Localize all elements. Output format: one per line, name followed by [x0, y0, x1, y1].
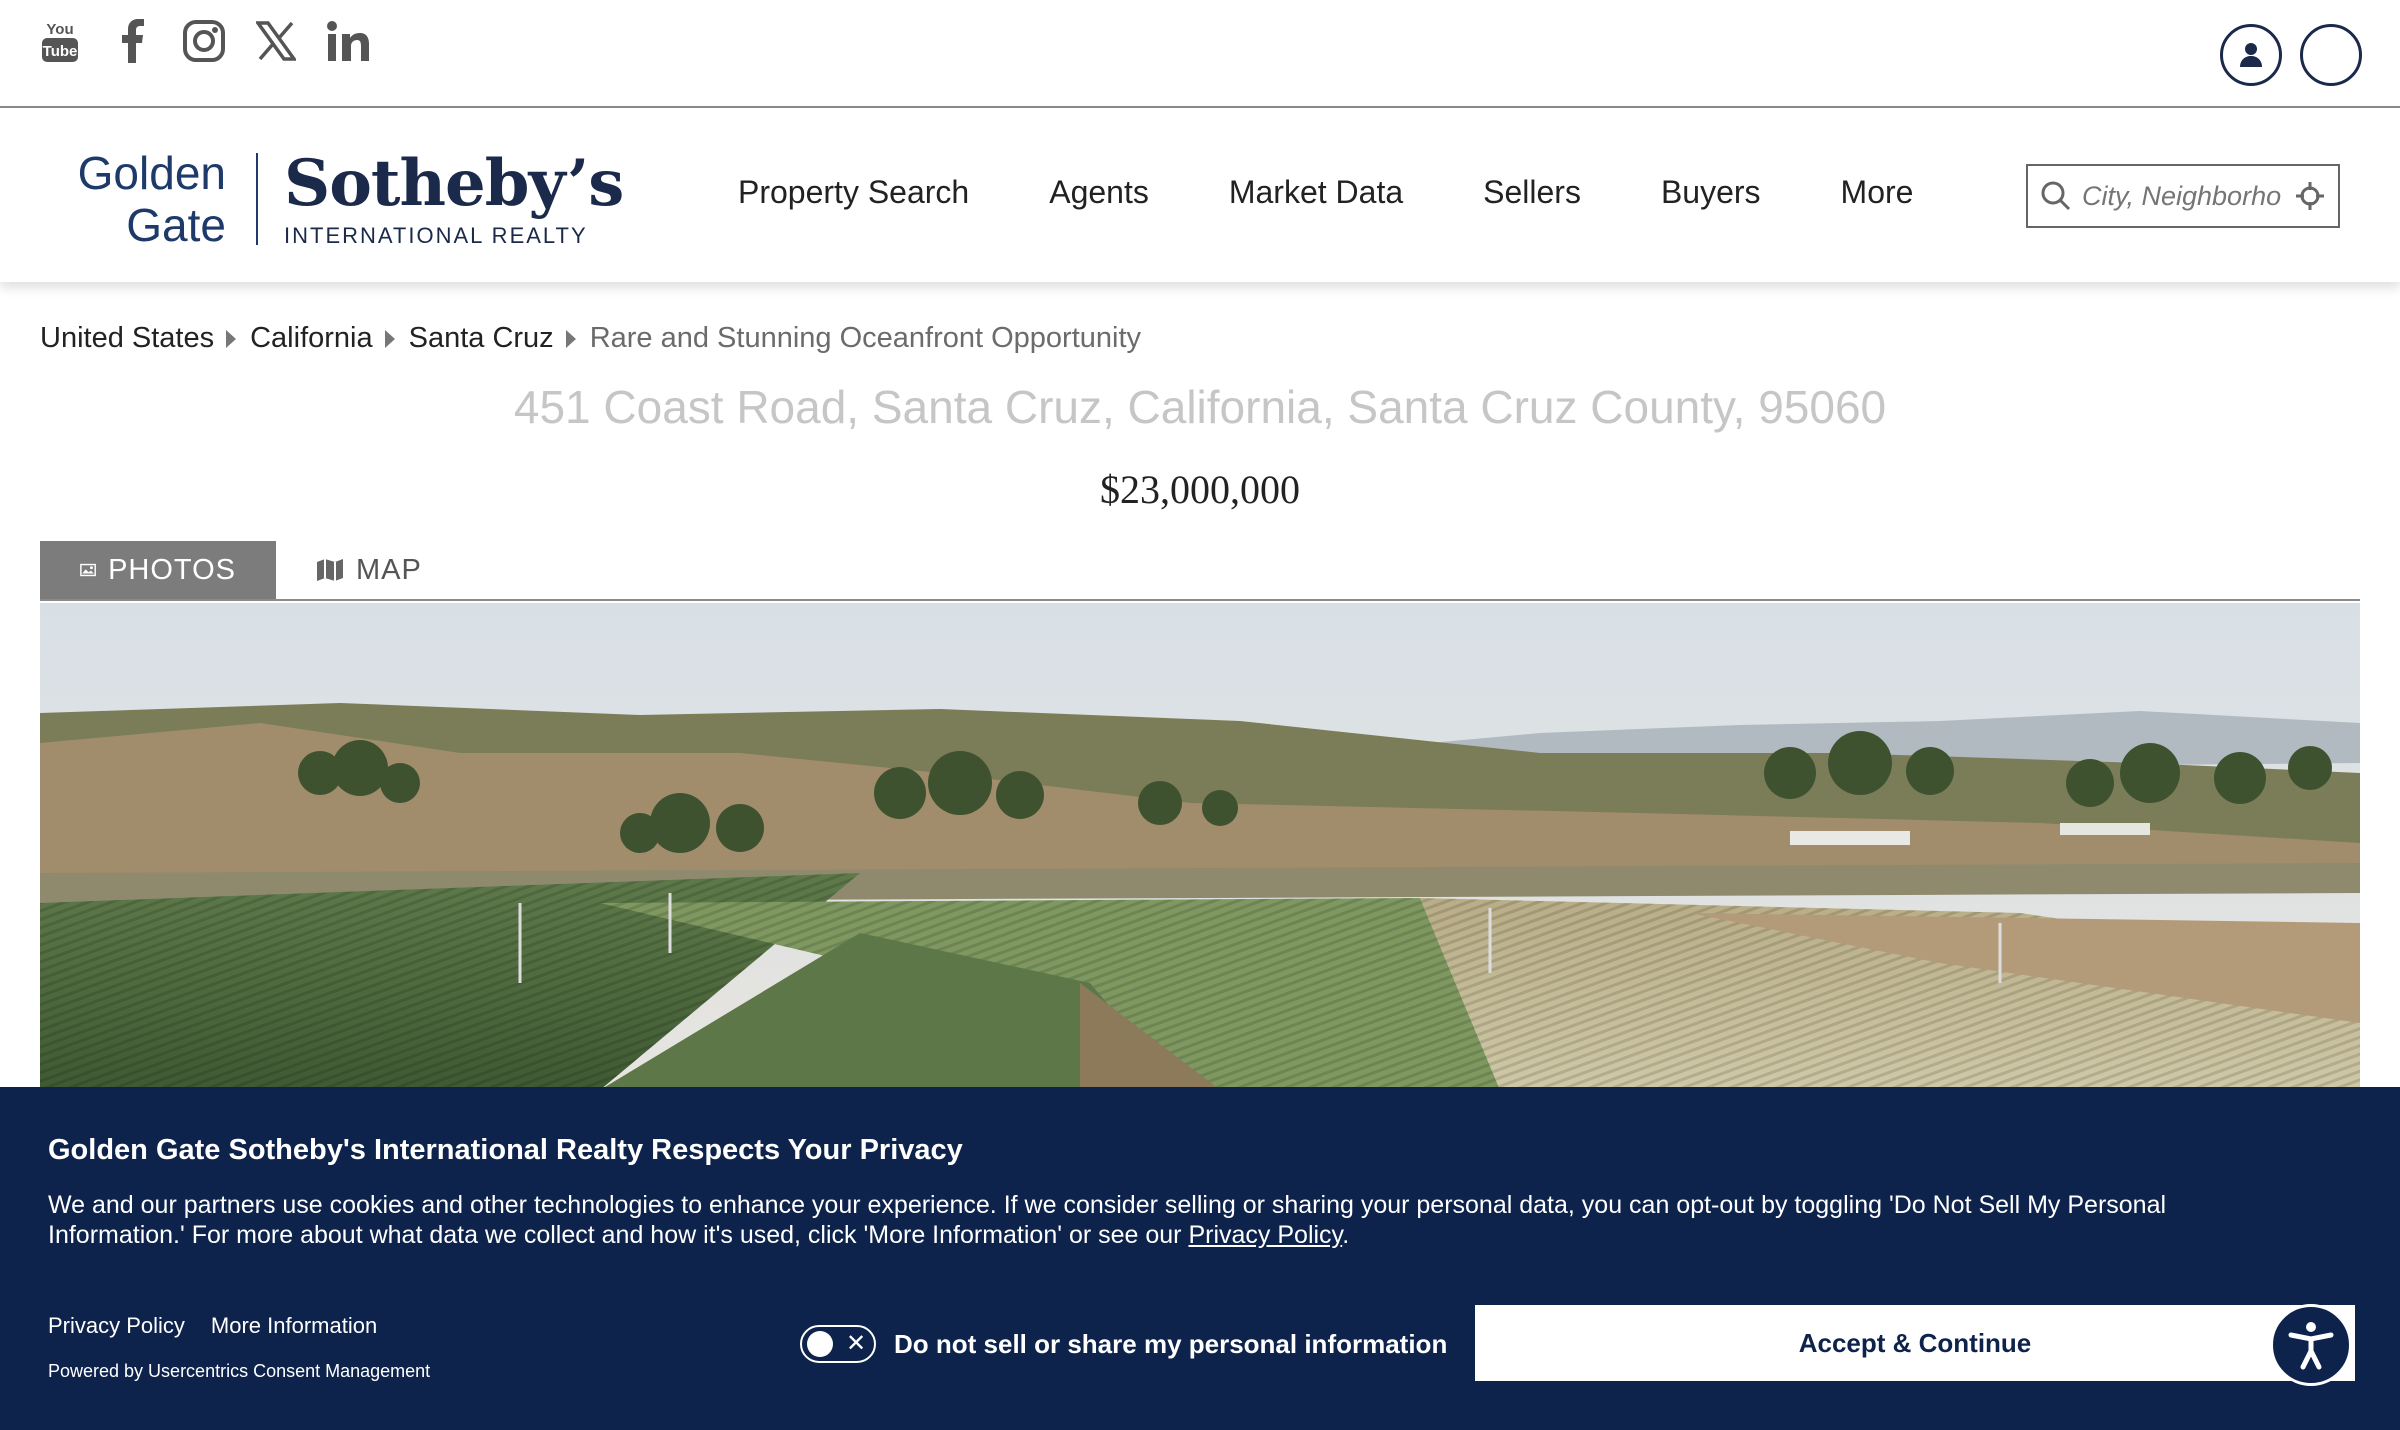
main-nav: Property Search Agents Market Data Selle… — [738, 174, 1913, 211]
logo-divider — [256, 153, 258, 245]
media-tabs: PHOTOS MAP — [40, 541, 2360, 601]
accept-continue-button[interactable]: Accept & Continue — [1475, 1305, 2355, 1381]
svg-text:Tube: Tube — [43, 43, 78, 60]
linkedin-icon[interactable] — [326, 16, 370, 66]
consent-privacy-policy-link[interactable]: Privacy Policy — [1188, 1221, 1342, 1249]
map-icon — [317, 559, 343, 581]
search-input[interactable] — [2082, 180, 2282, 212]
breadcrumb-separator-icon — [565, 329, 576, 348]
nav-market-data[interactable]: Market Data — [1229, 174, 1403, 211]
consent-powered-by: Powered by Usercentrics Consent Manageme… — [48, 1361, 431, 1381]
nav-agents[interactable]: Agents — [1049, 174, 1149, 211]
do-not-sell-label: Do not sell or share my personal informa… — [894, 1329, 1448, 1359]
privacy-policy-link[interactable]: Privacy Policy — [48, 1313, 185, 1339]
consent-body: We and our partners use cookies and othe… — [48, 1190, 2288, 1250]
account-button[interactable] — [2220, 24, 2282, 86]
breadcrumb: United States California Santa Cruz Rare… — [40, 322, 1141, 355]
consent-body-text: We and our partners use cookies and othe… — [48, 1191, 2167, 1249]
close-icon: ✕ — [846, 1330, 867, 1357]
listing-address: 451 Coast Road, Santa Cruz, California, … — [513, 381, 1887, 433]
x-icon[interactable] — [254, 16, 298, 66]
more-information-link[interactable]: More Information — [211, 1313, 377, 1339]
tab-map-label: MAP — [356, 553, 422, 586]
property-photo[interactable] — [40, 603, 2360, 1090]
tab-photos[interactable]: PHOTOS — [40, 541, 276, 599]
logo-line1: Golden — [77, 147, 226, 199]
nav-sellers[interactable]: Sellers — [1483, 174, 1581, 211]
breadcrumb-santa-cruz[interactable]: Santa Cruz — [409, 322, 554, 355]
listing-price: $23,000,000 — [1100, 467, 1300, 512]
breadcrumb-separator-icon — [384, 329, 395, 348]
consent-body-end: . — [1342, 1221, 1350, 1249]
social-bar: You Tube — [0, 0, 2400, 108]
breadcrumb-current: Rare and Stunning Oceanfront Opportunity — [589, 322, 1142, 354]
tab-photos-label: PHOTOS — [108, 553, 236, 586]
locate-icon[interactable] — [2294, 180, 2326, 212]
tab-map[interactable]: MAP — [276, 541, 462, 599]
nav-more[interactable]: More — [1841, 174, 1914, 211]
search-icon[interactable] — [2040, 180, 2072, 212]
logo-golden-gate: Golden Gate — [76, 147, 226, 251]
consent-title: Golden Gate Sotheby's International Real… — [48, 1134, 963, 1166]
svg-text:You: You — [46, 21, 73, 38]
toggle-knob — [807, 1331, 833, 1357]
breadcrumb-separator-icon — [226, 329, 237, 348]
breadcrumb-united-states[interactable]: United States — [40, 322, 214, 355]
logo-line2: Gate — [126, 199, 226, 251]
consent-links: Privacy Policy More Information — [48, 1313, 403, 1339]
facebook-icon[interactable] — [110, 16, 154, 66]
logo-sub-text: INTERNATIONAL REALTY — [284, 223, 588, 248]
brand-logo[interactable]: Golden Gate Sotheby’s INTERNATIONAL REAL… — [76, 144, 625, 254]
social-links: You Tube — [38, 16, 370, 66]
photo-icon — [80, 563, 96, 577]
privacy-consent-banner: Golden Gate Sotheby's International Real… — [0, 1087, 2400, 1430]
youtube-icon[interactable]: You Tube — [38, 16, 82, 66]
logo-sothebys: Sotheby’s INTERNATIONAL REALTY — [284, 146, 624, 249]
breadcrumb-california[interactable]: California — [250, 322, 373, 355]
do-not-sell-toggle[interactable]: ✕ — [800, 1325, 876, 1363]
nav-buyers[interactable]: Buyers — [1661, 174, 1761, 211]
logo-main-text: Sotheby’s — [284, 146, 624, 221]
user-icon — [2240, 43, 2262, 67]
accessibility-icon[interactable] — [2270, 1304, 2352, 1386]
site-header: Golden Gate Sotheby’s INTERNATIONAL REAL… — [0, 108, 2400, 282]
instagram-icon[interactable] — [182, 16, 226, 66]
secondary-circle-button[interactable] — [2300, 24, 2362, 86]
location-search — [2026, 164, 2340, 228]
nav-property-search[interactable]: Property Search — [738, 174, 969, 211]
